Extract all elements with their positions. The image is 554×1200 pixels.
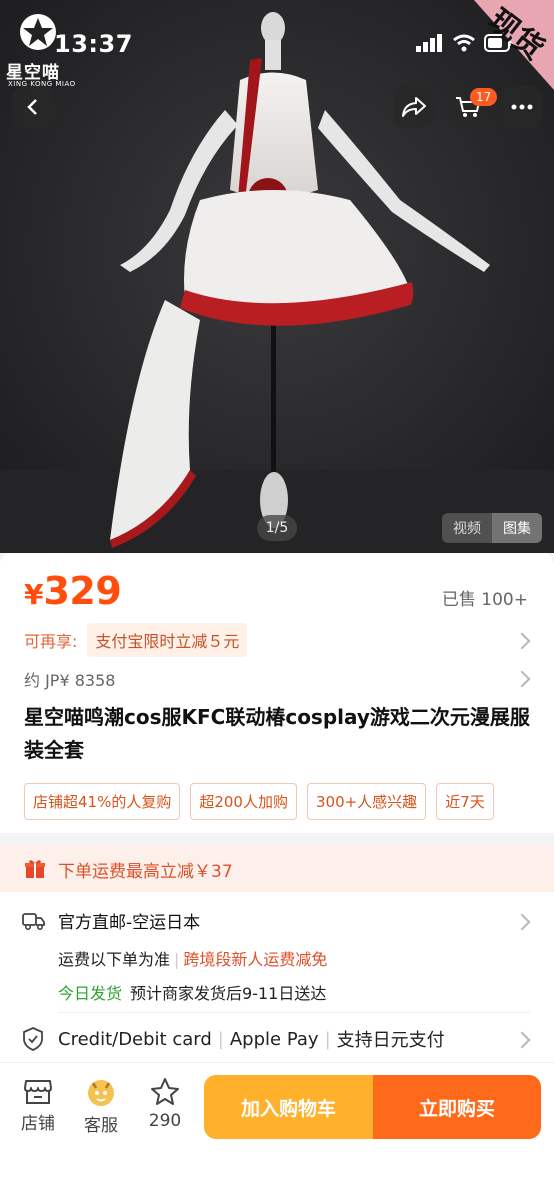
fee-note: 运费以下单为准 xyxy=(58,950,171,969)
store-button[interactable]: 店铺 xyxy=(13,1077,63,1134)
share-icon xyxy=(402,97,426,117)
more-button[interactable] xyxy=(501,86,543,128)
tag-interested: 300+人感兴趣 xyxy=(306,783,427,820)
promo-label: 可再享: xyxy=(24,632,78,651)
tag-added-cart: 超200人加购 xyxy=(190,783,297,820)
favorite-button[interactable]: 290 xyxy=(140,1077,190,1131)
promo-chip: 支付宝限时立减５元 xyxy=(87,623,248,657)
divider xyxy=(58,1012,530,1013)
product-image-gallery[interactable]: 13:37 星空喵 XING KONG MIAO 现货 17 1/5 视频 图集 xyxy=(0,0,554,553)
tag-repurchase: 店铺超41%的人复购 xyxy=(24,783,181,820)
share-button[interactable] xyxy=(393,86,435,128)
chevron-right-icon xyxy=(513,670,531,688)
shield-check-icon xyxy=(23,1027,43,1051)
product-title: 星空喵鸣潮cos服KFC联动椿cosplay游戏二次元漫展服装全套 xyxy=(24,705,530,762)
delivery-eta: 预计商家发货后9-11日送达 xyxy=(130,984,327,1003)
service-mascot-icon xyxy=(88,1080,114,1106)
add-to-cart-button[interactable]: 加入购物车 xyxy=(204,1075,373,1139)
favorite-count: 290 xyxy=(148,1111,182,1131)
image-counter: 1/5 xyxy=(257,515,297,541)
chevron-right-icon xyxy=(513,1031,531,1049)
tag-recent: 近7天 xyxy=(436,783,494,820)
cart-count-badge: 17 xyxy=(470,88,498,106)
gift-icon xyxy=(25,860,45,878)
price: ¥329 xyxy=(24,569,122,613)
payment-card: Credit/Debit card xyxy=(58,1028,212,1050)
truck-icon xyxy=(22,912,45,930)
payment-apple-pay: Apple Pay xyxy=(229,1028,319,1050)
chevron-right-icon xyxy=(513,913,531,931)
delivery-row: 今日发货 预计商家发货后9-11日送达 xyxy=(58,980,326,1004)
media-toggle[interactable]: 视频 图集 xyxy=(442,513,542,543)
chevron-right-icon xyxy=(513,632,531,650)
buy-now-button[interactable]: 立即购买 xyxy=(373,1075,541,1139)
shipping-fee-row: 运费以下单为准 | 跨境段新人运费减免 xyxy=(58,950,328,969)
ship-today: 今日发货 xyxy=(58,984,123,1003)
customer-service-button[interactable]: 客服 xyxy=(76,1077,126,1136)
shipping-method: 官方直邮-空运日本 xyxy=(22,908,200,933)
bottom-action-bar: 店铺 客服 290 加入购物车 立即购买 xyxy=(0,1062,554,1200)
fee-promo: 跨境段新人运费减免 xyxy=(183,950,328,969)
tab-video[interactable]: 视频 xyxy=(442,513,492,543)
shipping-discount-banner[interactable]: 下单运费最高立减￥37 xyxy=(0,846,554,892)
price-value: 329 xyxy=(43,569,122,613)
promo-row[interactable]: 可再享: 支付宝限时立减５元 xyxy=(24,623,248,657)
sold-count: 已售 100+ xyxy=(441,590,528,610)
product-info: ¥329 已售 100+ 可再享: 支付宝限时立减５元 约 JP¥ 8358 星… xyxy=(0,553,554,833)
star-cat-icon xyxy=(20,14,56,50)
payment-row[interactable]: Credit/Debit card | Apple Pay | 支持日元支付 xyxy=(22,1026,445,1052)
shipping-section[interactable]: 官方直邮-空运日本 运费以下单为准 | 跨境段新人运费减免 今日发货 预计商家发货后9… xyxy=(0,892,554,1062)
tag-list: 店铺超41%的人复购 超200人加购 300+人感兴趣 近7天 xyxy=(24,783,554,820)
service-label: 客服 xyxy=(84,1116,118,1136)
tab-gallery[interactable]: 图集 xyxy=(492,513,542,543)
back-button[interactable] xyxy=(12,86,54,128)
price-currency: ¥ xyxy=(24,578,44,611)
jp-price[interactable]: 约 JP¥ 8358 xyxy=(24,667,115,691)
payment-jpy: 支持日元支付 xyxy=(336,1030,445,1051)
shipping-method-text: 官方直邮-空运日本 xyxy=(58,913,201,933)
store-icon xyxy=(24,1080,52,1104)
discount-text: 下单运费最高立减￥37 xyxy=(58,861,233,882)
star-icon xyxy=(151,1078,179,1105)
chevron-left-icon xyxy=(27,99,37,115)
store-label: 店铺 xyxy=(21,1114,55,1134)
more-dots-icon xyxy=(511,104,533,110)
